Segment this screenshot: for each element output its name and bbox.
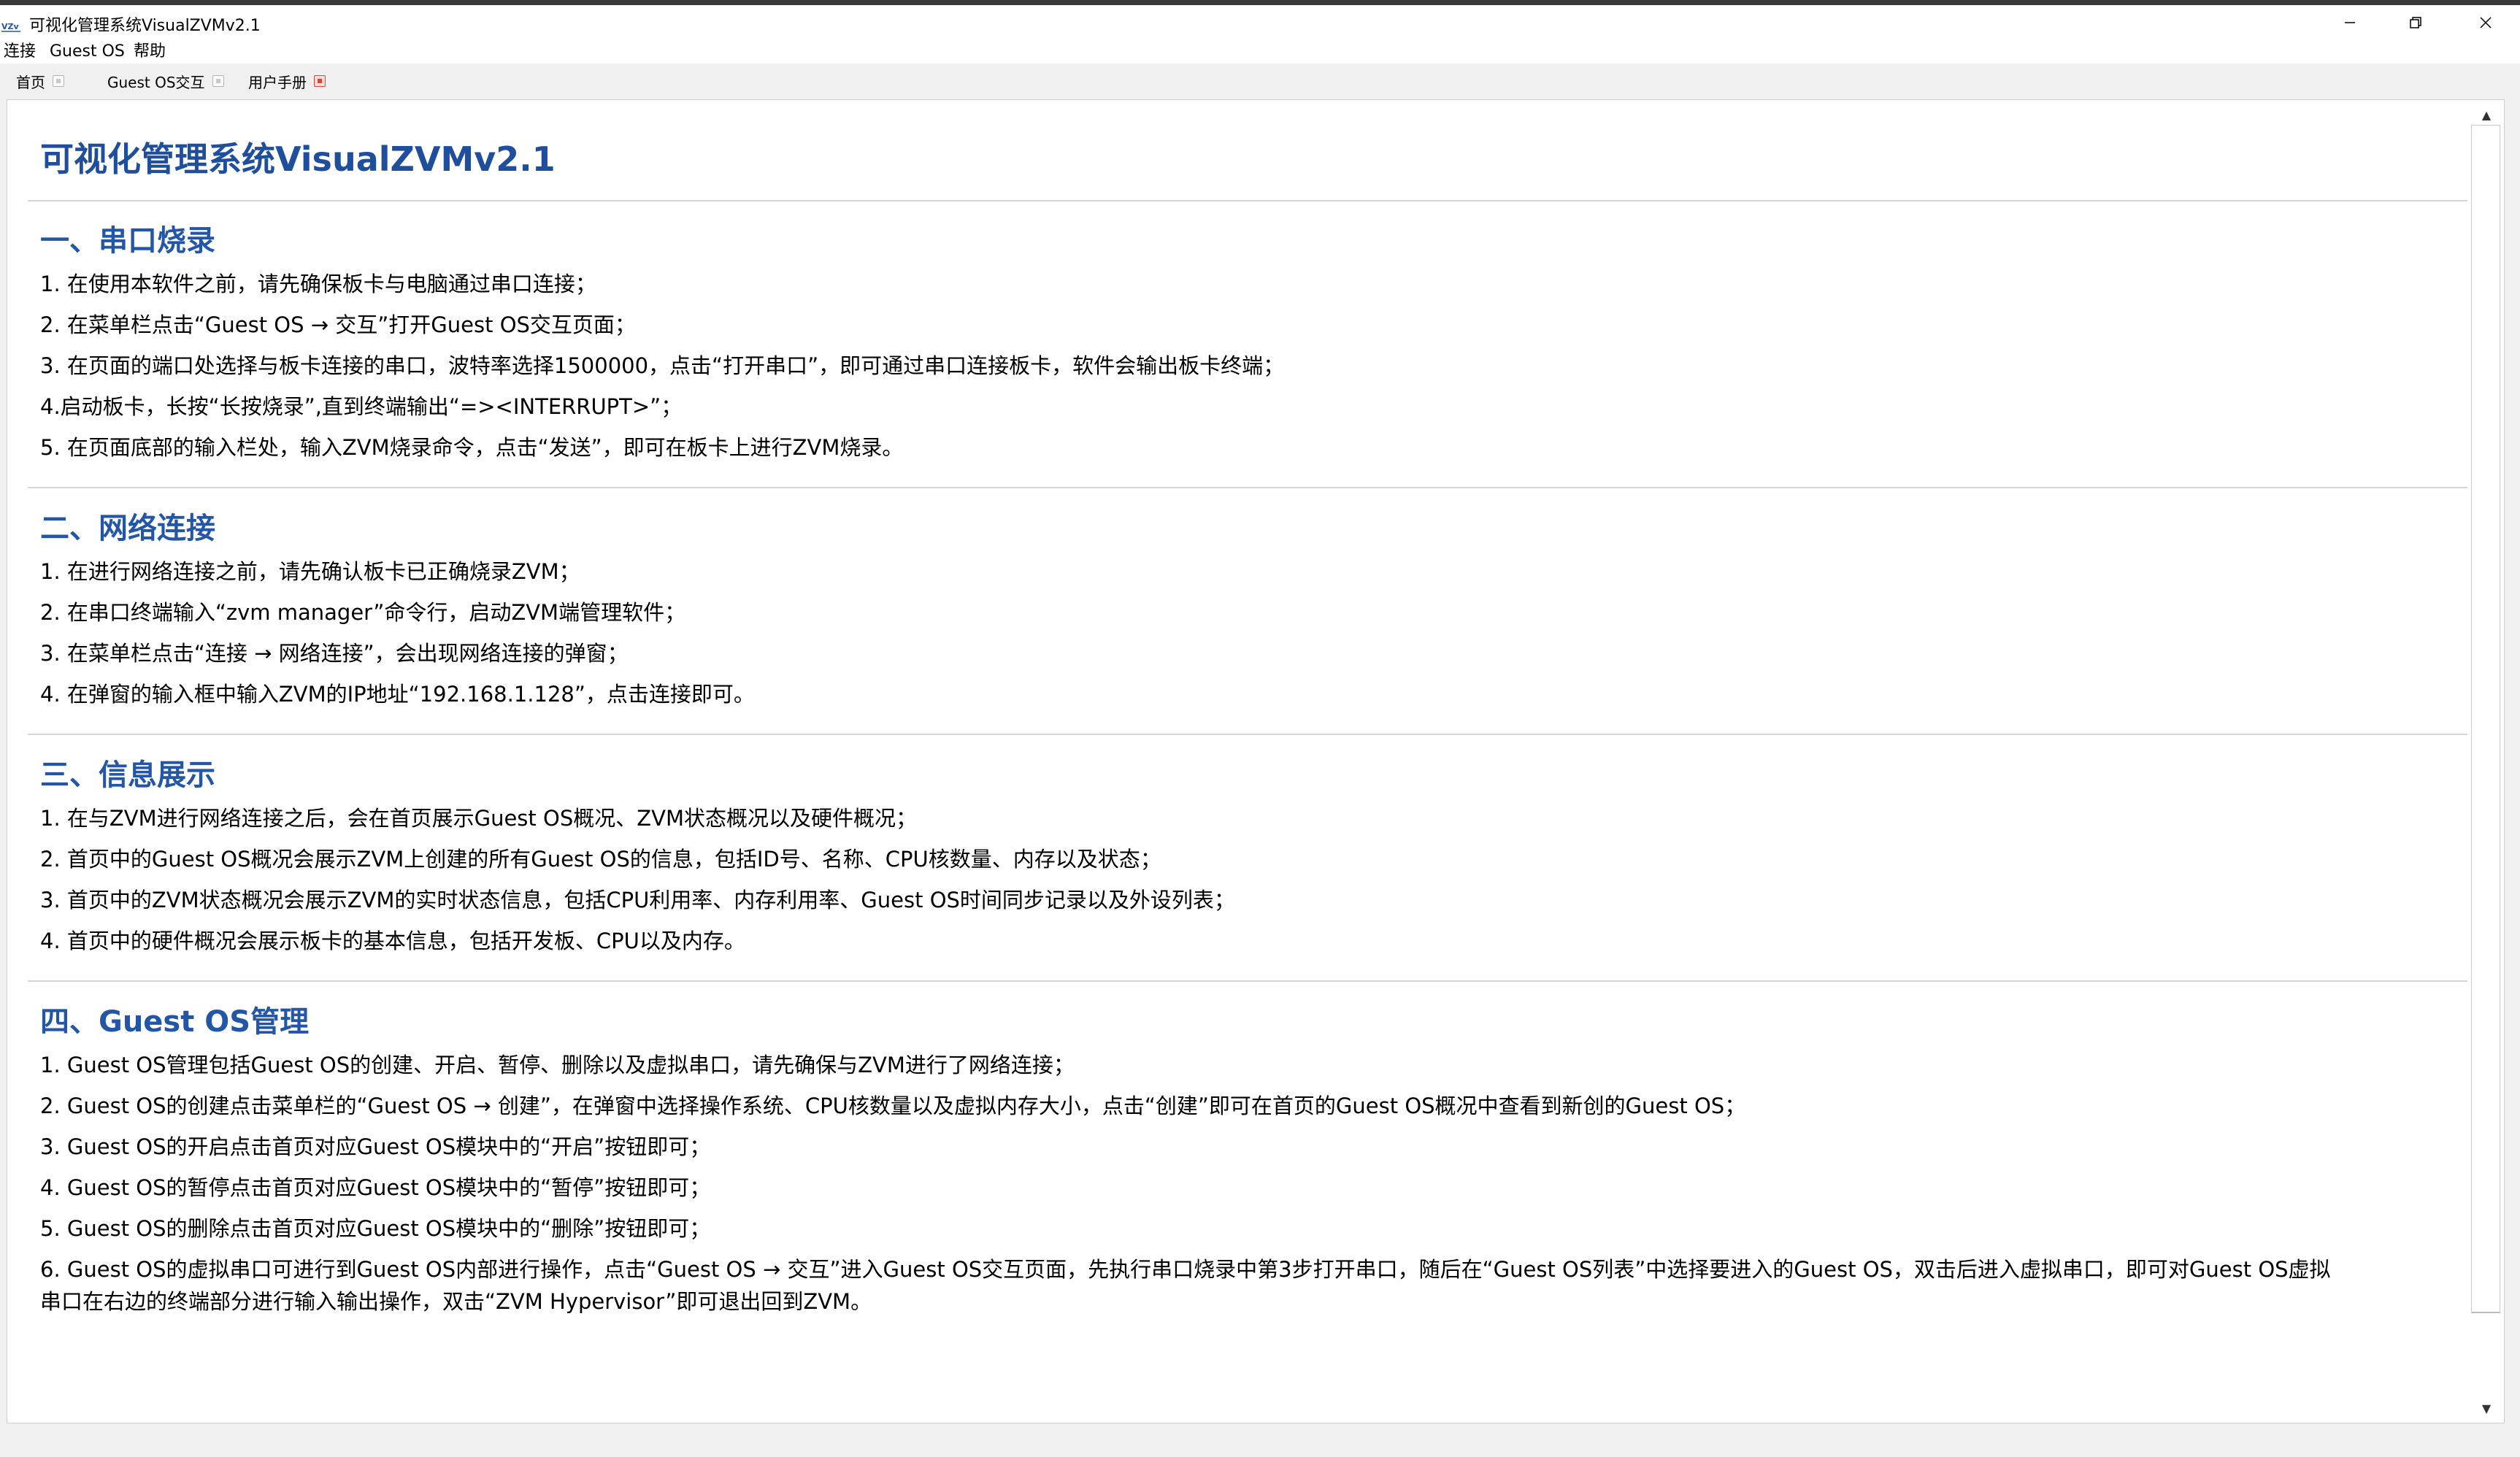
app-logo-icon: VZv: [1, 22, 20, 32]
svg-text:VZv: VZv: [1, 22, 19, 31]
scroll-down-button[interactable]: ▼: [2469, 1393, 2504, 1423]
section-heading-network: 二、网络连接: [40, 512, 215, 545]
list-item: 4. 在弹窗的输入框中输入ZVM的IP地址“192.168.1.128”，点击连…: [40, 682, 755, 707]
close-icon: [2480, 17, 2492, 28]
list-item: 2. 首页中的Guest OS概况会展示ZVM上创建的所有Guest OS的信息…: [40, 847, 1161, 872]
divider: [28, 487, 2467, 488]
restore-icon: [2410, 17, 2421, 28]
list-item: 4. Guest OS的暂停点击首页对应Guest OS模块中的“暂停”按钮即可…: [40, 1175, 711, 1200]
section-heading-serial-flash: 一、串口烧录: [40, 224, 215, 258]
section-heading-guest-os: 四、Guest OS管理: [40, 1005, 310, 1039]
list-item: 4.启动板卡，长按“长按烧录”,直到终端输出“=><INTERRUPT>”；: [40, 394, 683, 419]
window-top-edge: [0, 0, 2520, 5]
title-bar: VZv 可视化管理系统VisualZVMv2.1: [0, 5, 2520, 40]
tab-close-icon[interactable]: [53, 75, 64, 87]
section-heading-info: 三、信息展示: [40, 758, 215, 792]
list-item: 1. Guest OS管理包括Guest OS的创建、开启、暂停、删除以及虚拟串…: [40, 1053, 1075, 1077]
menu-item-connect[interactable]: 连接: [4, 41, 36, 63]
restore-button[interactable]: [2383, 5, 2448, 40]
list-item: 1. 在与ZVM进行网络连接之后，会在首页展示Guest OS概况、ZVM状态概…: [40, 806, 917, 831]
list-item: 1. 在使用本软件之前，请先确保板卡与电脑通过串口连接；: [40, 272, 596, 296]
tab-user-manual[interactable]: 用户手册: [248, 67, 326, 95]
list-item: 1. 在进行网络连接之前，请先确认板卡已正确烧录ZVM；: [40, 559, 580, 584]
list-item: 2. 在串口终端输入“zvm manager”命令行，启动ZVM端管理软件；: [40, 600, 686, 625]
list-item: 2. Guest OS的创建点击菜单栏的“Guest OS → 创建”，在弹窗中…: [40, 1093, 1746, 1118]
tab-bar: 首页 Guest OS交互 用户手册: [0, 64, 2520, 97]
list-item: 3. 在页面的端口处选择与板卡连接的串口，波特率选择1500000，点击“打开串…: [40, 353, 1285, 378]
list-item: 5. 在页面底部的输入栏处，输入ZVM烧录命令，点击“发送”，即可在板卡上进行Z…: [40, 435, 904, 460]
tab-label: 用户手册: [248, 73, 307, 91]
list-item: 4. 首页中的硬件概况会展示板卡的基本信息，包括开发板、CPU以及内存。: [40, 929, 745, 953]
arrow-up-icon: ▲: [2481, 107, 2492, 122]
close-button[interactable]: [2453, 5, 2519, 40]
divider: [28, 980, 2467, 982]
list-item-continued: 串口在右边的终端部分进行输入输出操作，双击“ZVM Hypervisor”即可退…: [40, 1289, 872, 1314]
list-item: 6. Guest OS的虚拟串口可进行到Guest OS内部进行操作，点击“Gu…: [40, 1257, 2331, 1282]
tab-home[interactable]: 首页: [16, 67, 64, 95]
menu-item-help[interactable]: 帮助: [134, 41, 166, 63]
tab-close-icon[interactable]: [212, 75, 224, 87]
vertical-scrollbar[interactable]: ▲ ▼: [2469, 100, 2504, 1423]
menu-bar: 连接 Guest OS 帮助: [0, 40, 2520, 64]
status-bar: [0, 1423, 2520, 1457]
list-item: 2. 在菜单栏点击“Guest OS → 交互”打开Guest OS交互页面；: [40, 312, 636, 337]
list-item: 3. 在菜单栏点击“连接 → 网络连接”，会出现网络连接的弹窗；: [40, 641, 629, 666]
menu-item-guest-os[interactable]: Guest OS: [50, 41, 125, 63]
minimize-button[interactable]: [2317, 5, 2383, 40]
manual-document: 可视化管理系统VisualZVMv2.1 一、串口烧录 1. 在使用本软件之前，…: [7, 100, 2467, 1423]
list-item: 3. Guest OS的开启点击首页对应Guest OS模块中的“开启”按钮即可…: [40, 1134, 711, 1159]
tab-guest-os-interaction[interactable]: Guest OS交互: [107, 67, 224, 95]
list-item: 5. Guest OS的删除点击首页对应Guest OS模块中的“删除”按钮即可…: [40, 1216, 711, 1241]
manual-viewer: 可视化管理系统VisualZVMv2.1 一、串口烧录 1. 在使用本软件之前，…: [7, 99, 2505, 1423]
window-title: 可视化管理系统VisualZVMv2.1: [29, 17, 261, 35]
tab-label: 首页: [16, 73, 45, 91]
document-title: 可视化管理系统VisualZVMv2.1: [40, 139, 556, 179]
divider: [28, 200, 2467, 201]
tab-close-icon[interactable]: [314, 75, 326, 87]
minimize-icon: [2345, 22, 2355, 23]
tab-label: Guest OS交互: [107, 73, 205, 91]
scrollbar-thumb[interactable]: [2471, 125, 2500, 1313]
divider: [28, 734, 2467, 735]
arrow-down-icon: ▼: [2481, 1401, 2492, 1415]
list-item: 3. 首页中的ZVM状态概况会展示ZVM的实时状态信息，包括CPU利用率、内存利…: [40, 888, 1235, 912]
